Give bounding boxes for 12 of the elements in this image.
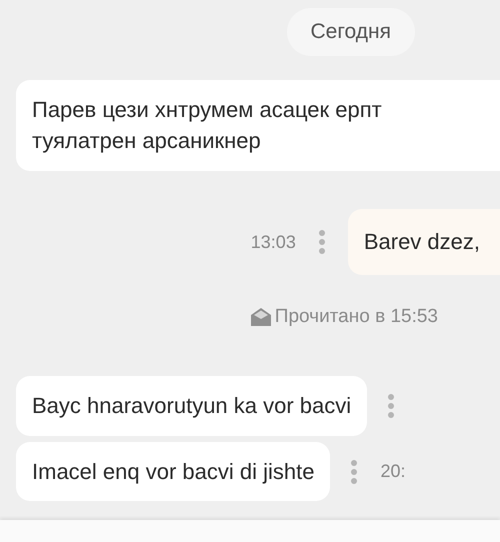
read-receipt: Прочитано в 15:53	[274, 305, 438, 330]
message-bubble: Парев цези хнтрумем асацек ерпт туялатрен арсаникнер	[16, 80, 500, 172]
more-icon[interactable]	[387, 394, 396, 418]
open-envelope-icon	[250, 308, 271, 326]
more-icon[interactable]	[318, 230, 326, 254]
more-icon[interactable]	[350, 460, 358, 484]
message-bubble: Bayc hnaravorutyun ka vor bacvi	[16, 376, 368, 436]
message-time: 13:03	[250, 230, 296, 254]
message-bubble: Barev dzez,	[348, 209, 500, 276]
date-label: Сегодня	[286, 8, 415, 56]
message-time: 20:	[380, 460, 406, 483]
message-bubble: Imacel enq vor bacvi di jishte	[16, 442, 330, 502]
